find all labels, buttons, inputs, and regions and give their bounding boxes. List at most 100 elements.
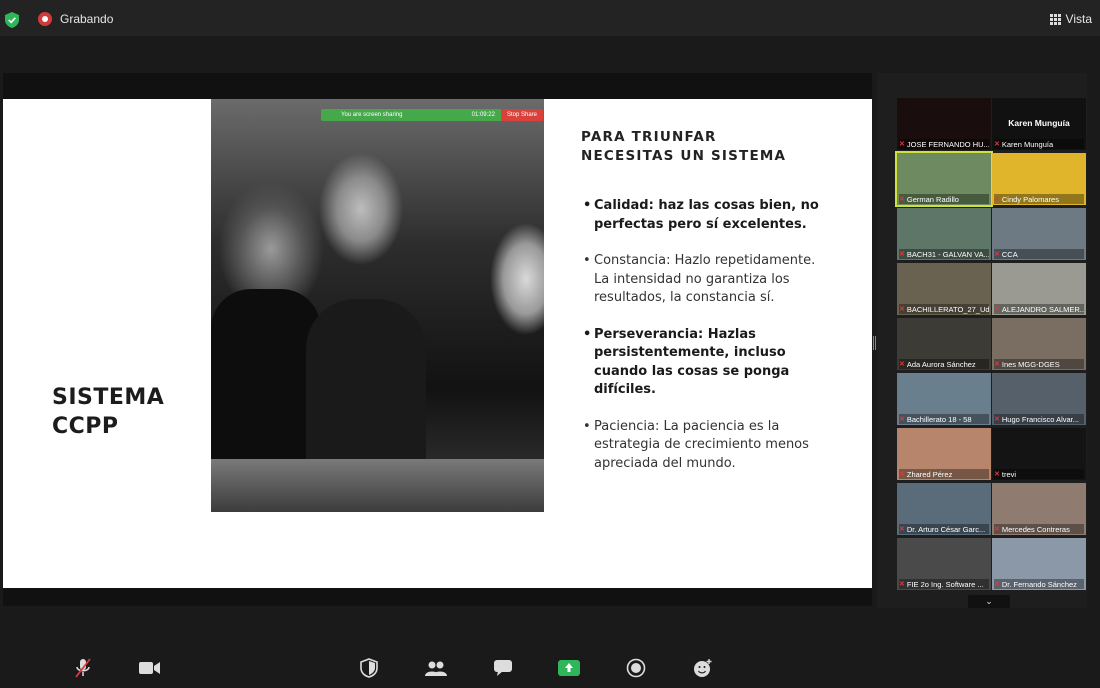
heading-line1: PARA TRIUNFAR	[581, 129, 717, 145]
video-icon[interactable]	[139, 658, 161, 678]
participant-name-label: ✕ Hugo Francisco Alvar...	[994, 414, 1084, 424]
security-icon[interactable]	[358, 658, 380, 678]
participant-name-label: ✕ Karen Munguía	[994, 139, 1084, 149]
participant-name: Dr. Fernando Sánchez	[1001, 579, 1077, 589]
reactions-icon[interactable]	[692, 658, 714, 678]
slide-left-title: SISTEMA CCPP	[52, 383, 164, 441]
participant-tile[interactable]: ✕ BACH31 - GALVAN VA...	[897, 208, 991, 260]
participant-name-label: ✕ BACH31 - GALVAN VA...	[899, 249, 989, 259]
participant-name-label: ✕ JOSE FERNANDO HU...	[899, 139, 989, 149]
participant-name: Bachillerato 18 - 58	[906, 414, 972, 424]
mic-muted-icon: ✕	[994, 471, 1000, 478]
recording-icon	[38, 12, 52, 26]
view-button[interactable]: Vista	[1049, 12, 1092, 26]
participant-tile[interactable]: ✕ ALEJANDRO SALMER...	[992, 263, 1086, 315]
participant-name-label: ✕ Mercedes Contreras	[994, 524, 1084, 534]
bullet-item: Paciencia: La paciencia es la estrategia…	[583, 418, 823, 474]
participant-tile[interactable]: ✕ Ada Aurora Sánchez	[897, 318, 991, 370]
participant-display-name: Karen Munguía	[1008, 118, 1070, 128]
mic-muted-icon: ✕	[899, 361, 905, 368]
left-title-line1: SISTEMA	[52, 385, 165, 410]
participant-tile[interactable]: ✕ CCA	[992, 208, 1086, 260]
bullet-item: Perseverancia: Hazlas persistentemente, …	[583, 326, 823, 400]
left-title-line2: CCPP	[52, 414, 119, 439]
encryption-shield-icon[interactable]	[5, 12, 19, 28]
participant-name-label: ✕ Zhared Pérez	[899, 469, 989, 479]
participant-name-label: ✕ Ada Aurora Sánchez	[899, 359, 989, 369]
mic-muted-icon: ✕	[994, 251, 1000, 258]
mic-muted-icon: ✕	[899, 196, 905, 203]
mic-muted-icon: ✕	[899, 416, 905, 423]
mic-muted-icon: ✕	[994, 141, 1000, 148]
mic-muted-icon: ✕	[899, 471, 905, 478]
participant-tile[interactable]: ✕ Hugo Francisco Alvar...	[992, 373, 1086, 425]
participant-tile[interactable]: Karen Munguía ✕ Karen Munguía	[992, 98, 1086, 150]
participant-tile[interactable]: ✕ JOSE FERNANDO HU...	[897, 98, 991, 150]
mic-muted-icon: ✕	[899, 526, 905, 533]
share-screen-icon[interactable]	[558, 658, 580, 678]
participant-tile[interactable]: ✕ trevi	[992, 428, 1086, 480]
photo-figure	[306, 299, 426, 459]
mic-muted-icon: ✕	[899, 581, 905, 588]
participant-tile[interactable]: ✕ Cindy Palomares	[992, 153, 1086, 205]
participant-tile[interactable]: ✕ Dr. Arturo César Garc...	[897, 483, 991, 535]
sharing-status: You are screen sharing	[341, 112, 403, 118]
recording-label: Grabando	[60, 12, 114, 26]
participant-name: Dr. Arturo César Garc...	[906, 524, 986, 534]
participant-name: Ada Aurora Sánchez	[906, 359, 976, 369]
participant-name: German Radillo	[906, 194, 959, 204]
mic-muted-icon: ✕	[899, 251, 905, 258]
participant-name-label: ✕ Bachillerato 18 - 58	[899, 414, 989, 424]
participant-tile[interactable]: ✕ Ines MGG-DGES	[992, 318, 1086, 370]
mic-muted-icon: ✕	[899, 141, 905, 148]
mic-muted-icon: ✕	[994, 581, 1000, 588]
panel-resize-handle[interactable]	[873, 336, 876, 350]
participant-tile[interactable]: ✕ Mercedes Contreras	[992, 483, 1086, 535]
participant-name: BACH31 - GALVAN VA...	[906, 249, 989, 259]
participant-tile[interactable]: ✕ Zhared Pérez	[897, 428, 991, 480]
participant-name: Ines MGG-DGES	[1001, 359, 1060, 369]
mic-muted-icon: ✕	[994, 361, 1000, 368]
slide-heading: PARA TRIUNFAR NECESITAS UN SISTEMA	[581, 128, 786, 166]
participant-tile[interactable]: ✕ Bachillerato 18 - 58	[897, 373, 991, 425]
participant-name-label: ✕ FIE 2o Ing. Software ...	[899, 579, 989, 589]
chat-icon[interactable]	[492, 658, 514, 678]
grid-view-icon	[1049, 13, 1061, 25]
participant-name-label: ✕ CCA	[994, 249, 1084, 259]
mic-muted-icon: ✕	[994, 526, 1000, 533]
participant-name-label: ✕ Dr. Arturo César Garc...	[899, 524, 989, 534]
participant-tile[interactable]: ✕ FIE 2o Ing. Software ...	[897, 538, 991, 590]
participant-tile[interactable]: ✕ BACHILLERATO_27_Ud...	[897, 263, 991, 315]
participant-name-label: ✕ ALEJANDRO SALMER...	[994, 304, 1084, 314]
recording-indicator[interactable]: Grabando	[38, 12, 113, 26]
participant-tile[interactable]: ✕ German Radillo	[895, 151, 993, 207]
participant-name: Zhared Pérez	[906, 469, 953, 479]
participant-name: Karen Munguía	[1001, 139, 1054, 149]
slide-photo: You are screen sharing 01:09:22 Stop Sha…	[211, 99, 544, 512]
participant-name-label: ✕ Ines MGG-DGES	[994, 359, 1084, 369]
participant-name: trevi	[1001, 469, 1017, 479]
sharing-timer: 01:09:22	[471, 112, 495, 118]
mic-muted-icon: ✕	[994, 196, 1000, 203]
shared-screen: SISTEMA CCPP You are screen sharing 01:0…	[3, 73, 872, 606]
stop-share-button: Stop Share	[500, 109, 543, 121]
participant-name: BACHILLERATO_27_Ud...	[906, 304, 989, 314]
participant-name: Mercedes Contreras	[1001, 524, 1070, 534]
screen-sharing-bar: You are screen sharing 01:09:22 Stop Sha…	[321, 109, 543, 121]
participant-name-label: ✕ Dr. Fernando Sánchez	[994, 579, 1084, 589]
mic-muted-icon: ✕	[899, 306, 905, 313]
participant-name-label: ✕ BACHILLERATO_27_Ud...	[899, 304, 989, 314]
presentation-slide: SISTEMA CCPP You are screen sharing 01:0…	[3, 99, 872, 588]
gallery-scroll-down-button[interactable]: ⌄	[968, 595, 1010, 608]
participant-name: Hugo Francisco Alvar...	[1001, 414, 1079, 424]
mic-muted-icon: ✕	[994, 416, 1000, 423]
participant-name: JOSE FERNANDO HU...	[906, 139, 989, 149]
participant-name-label: ✕ trevi	[994, 469, 1084, 479]
mic-muted-icon[interactable]	[72, 658, 94, 678]
participant-tile[interactable]: ✕ Dr. Fernando Sánchez	[992, 538, 1086, 590]
mic-muted-icon: ✕	[994, 306, 1000, 313]
participants-icon[interactable]	[425, 658, 447, 678]
slide-bullet-list: Calidad: haz las cosas bien, no perfecta…	[583, 197, 823, 491]
record-icon[interactable]	[625, 658, 647, 678]
meeting-top-bar: Grabando Vista	[0, 0, 1100, 36]
